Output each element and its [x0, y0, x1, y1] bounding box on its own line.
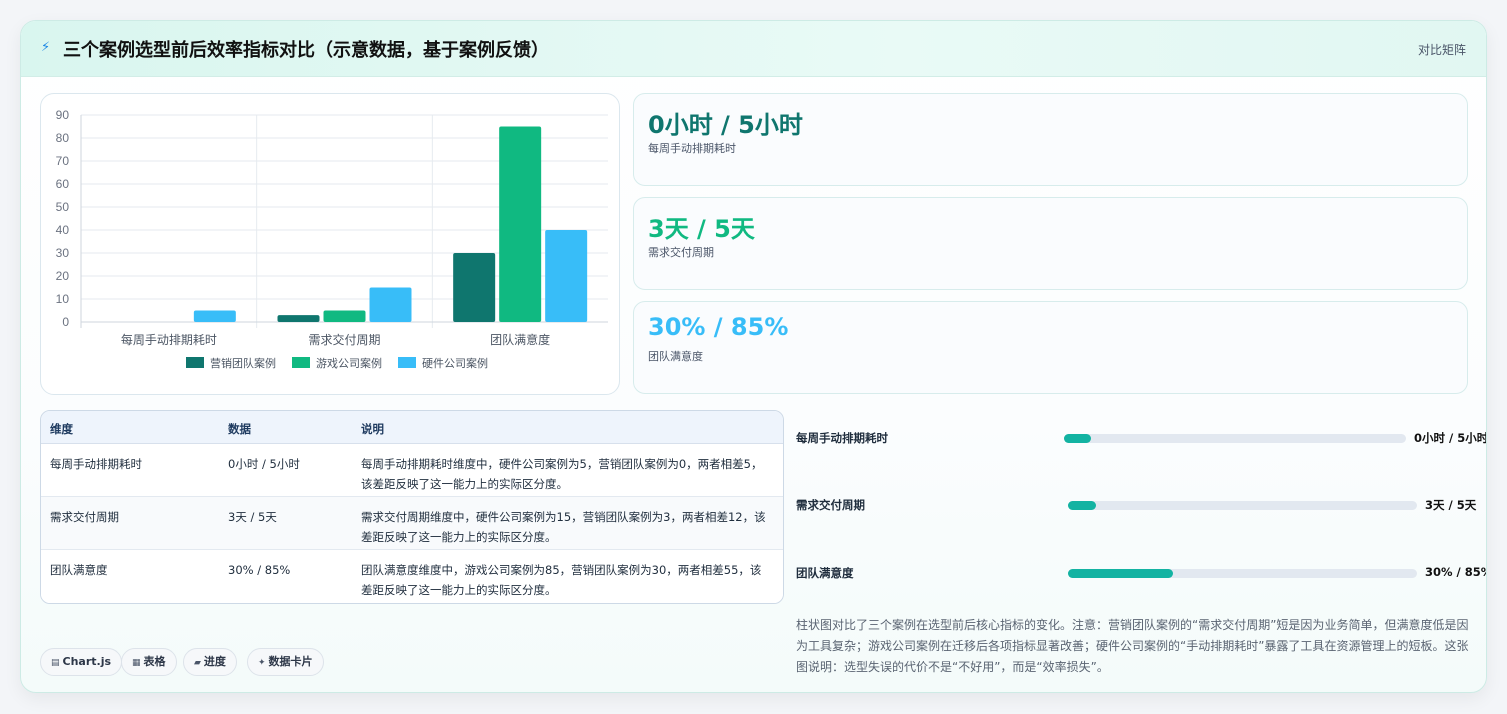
progress-track — [1068, 569, 1417, 578]
badge-chartjs[interactable]: ▤ Chart.js — [40, 648, 123, 676]
progress-track — [1064, 434, 1406, 443]
table-cell-dimension: 每周手动排期耗时 — [50, 457, 142, 471]
y-tick-label: 70 — [56, 154, 70, 168]
bar — [369, 287, 412, 322]
legend-label: 游戏公司案例 — [316, 356, 382, 370]
table-header-cell: 说明 — [361, 422, 384, 436]
table-header-row: 维度 数据 说明 — [41, 411, 783, 444]
progress-value: 0小时 / 5小时 — [1414, 431, 1487, 445]
sparkle-icon: ✦ — [258, 658, 266, 668]
table-cell-data: 0小时 / 5小时 — [228, 457, 300, 471]
progress-value: 30% / 85% — [1425, 565, 1487, 579]
y-tick-label: 30 — [56, 246, 70, 260]
progress-fill — [1068, 501, 1096, 510]
legend-label: 硬件公司案例 — [422, 356, 488, 370]
stat-value: 3天 / 5天 — [648, 215, 755, 243]
y-tick-label: 40 — [56, 223, 70, 237]
table-cell-description: 团队满意度维度中，游戏公司案例为85，营销团队案例为30，两者相差55，该差距反… — [361, 563, 762, 597]
legend-label: 营销团队案例 — [210, 356, 276, 370]
badge-progress[interactable]: ▰ 进度 — [183, 648, 237, 676]
stat-value: 30% / 85% — [648, 313, 789, 341]
progress-label: 每周手动排期耗时 — [796, 431, 888, 445]
progress-track — [1068, 501, 1417, 510]
mode-label[interactable]: 对比矩阵 — [1418, 41, 1466, 58]
progress-value: 3天 / 5天 — [1425, 498, 1477, 512]
legend-swatch — [292, 357, 310, 368]
y-tick-label: 50 — [56, 200, 70, 214]
table-header-cell: 数据 — [228, 422, 251, 436]
progress-label: 团队满意度 — [796, 566, 854, 580]
chart-icon: ▤ — [51, 658, 60, 668]
bar — [453, 253, 496, 322]
progress-icon: ▰ — [194, 658, 201, 668]
stat-value: 0小时 / 5小时 — [648, 111, 803, 139]
progress-fill — [1064, 434, 1092, 443]
table-cell-data: 3天 / 5天 — [228, 510, 277, 524]
y-tick-label: 10 — [56, 292, 70, 306]
data-table: 维度 数据 说明 每周手动排期耗时 0小时 / 5小时 每周手动排期耗时维度中，… — [40, 410, 784, 604]
card-header: ⚡ 三个案例选型前后效率指标对比（示意数据，基于案例反馈） 对比矩阵 — [21, 21, 1486, 77]
stat-card-schedule: 0小时 / 5小时 每周手动排期耗时 — [633, 93, 1468, 186]
comparison-card: ⚡ 三个案例选型前后效率指标对比（示意数据，基于案例反馈） 对比矩阵 0 10 20… — [20, 20, 1487, 693]
progress-label: 需求交付周期 — [796, 498, 865, 512]
legend-swatch — [398, 357, 416, 368]
legend-swatch — [186, 357, 204, 368]
table-row: 团队满意度 30% / 85% 团队满意度维度中，游戏公司案例为85，营销团队案… — [41, 550, 783, 603]
badge-table[interactable]: ▦ 表格 — [121, 648, 177, 676]
bar-chart: 0 10 20 30 40 50 60 70 80 90 每周手动排期耗时 需求交付周期 团队满意度营销… — [40, 93, 620, 395]
table-cell-description: 需求交付周期维度中，硬件公司案例为15，营销团队案例为3，两者相差12，该差距反… — [361, 510, 766, 544]
lightning-icon: ⚡ — [41, 40, 51, 55]
table-cell-data: 30% / 85% — [228, 563, 291, 577]
badge-label: 进度 — [203, 655, 226, 668]
table-header-cell: 维度 — [50, 422, 73, 436]
x-tick-label: 团队满意度 — [490, 332, 550, 347]
stat-card-delivery: 3天 / 5天 需求交付周期 — [633, 197, 1468, 290]
bar — [499, 126, 542, 322]
x-tick-label: 需求交付周期 — [308, 332, 380, 347]
card-title: 三个案例选型前后效率指标对比（示意数据，基于案例反馈） — [63, 40, 549, 61]
badge-label: Chart.js — [62, 655, 112, 668]
badge-label: 表格 — [143, 655, 166, 668]
table-row: 需求交付周期 3天 / 5天 需求交付周期维度中，硬件公司案例为15，营销团队案… — [41, 497, 783, 550]
y-tick-label: 80 — [56, 131, 70, 145]
y-tick-label: 0 — [62, 315, 69, 329]
x-tick-label: 每周手动排期耗时 — [121, 332, 217, 347]
progress-fill — [1068, 569, 1173, 578]
progress-row-satisfaction: 团队满意度 30% / 85% — [796, 554, 1486, 594]
table-cell-dimension: 团队满意度 — [50, 563, 108, 577]
badge-label: 数据卡片 — [268, 655, 313, 668]
y-tick-label: 60 — [56, 177, 70, 191]
y-tick-label: 20 — [56, 269, 70, 283]
progress-row-delivery: 需求交付周期 3天 / 5天 — [796, 486, 1476, 526]
badge-data-card[interactable]: ✦ 数据卡片 — [247, 648, 324, 676]
bar-chart-svg: 0 10 20 30 40 50 60 70 80 90 每周手动排期耗时 需求交付周期 团队满意度营销… — [56, 108, 608, 370]
table-row: 每周手动排期耗时 0小时 / 5小时 每周手动排期耗时维度中，硬件公司案例为5，… — [41, 444, 783, 497]
table-icon: ▦ — [132, 658, 141, 668]
stat-label: 每周手动排期耗时 — [648, 142, 736, 155]
progress-row-schedule: 每周手动排期耗时 0小时 / 5小时 — [796, 419, 1486, 459]
bar — [323, 310, 366, 322]
bar — [193, 310, 236, 322]
table-cell-description: 每周手动排期耗时维度中，硬件公司案例为5，营销团队案例为0，两者相差5，该差距反… — [361, 457, 763, 491]
y-tick-label: 90 — [56, 108, 70, 122]
bar — [545, 230, 588, 322]
bar — [277, 315, 320, 322]
chart-note: 柱状图对比了三个案例在选型前后核心指标的变化。注意：营销团队案例的“需求交付周期… — [796, 618, 1469, 674]
stat-label: 需求交付周期 — [648, 246, 714, 259]
stat-card-satisfaction: 30% / 85% 团队满意度 — [633, 301, 1468, 394]
table-cell-dimension: 需求交付周期 — [50, 510, 119, 524]
stat-label: 团队满意度 — [648, 350, 703, 363]
